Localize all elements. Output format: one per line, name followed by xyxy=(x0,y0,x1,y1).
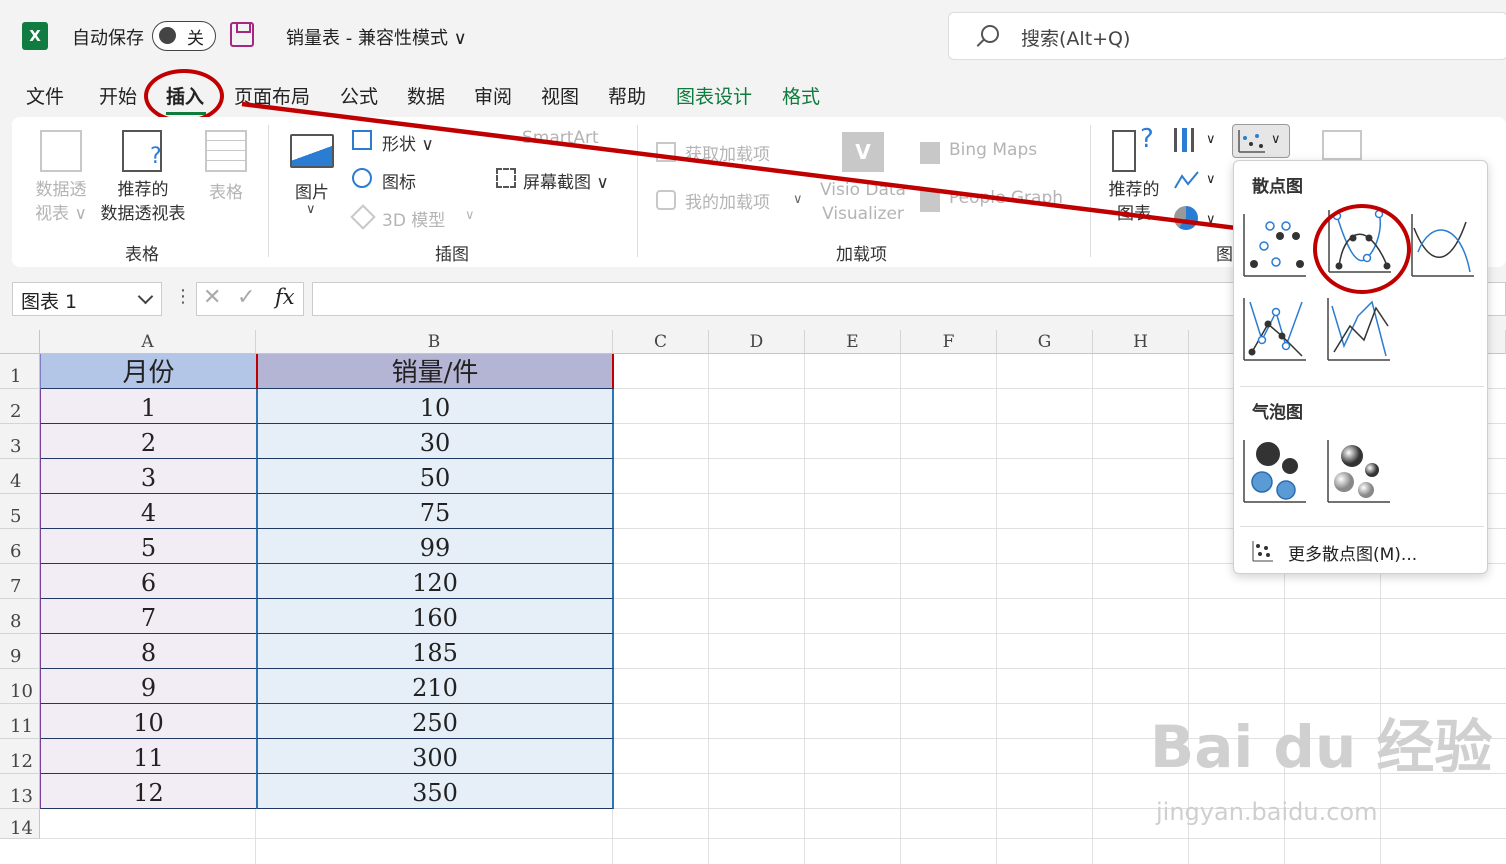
scatter-smooth-lines-option[interactable] xyxy=(1410,212,1476,278)
3d-bubble-option[interactable] xyxy=(1326,438,1392,504)
bubble-section-title: 气泡图 xyxy=(1252,403,1303,423)
scatter-straight-lines-markers-option[interactable] xyxy=(1242,296,1308,362)
annotation-circle-smooth-scatter xyxy=(1313,204,1411,294)
scatter-straight-lines-option[interactable] xyxy=(1326,296,1392,362)
bubble-option[interactable] xyxy=(1242,438,1308,504)
dropdown-divider xyxy=(1240,386,1484,387)
more-scatter-icon xyxy=(1252,540,1274,562)
more-scatter-charts-link[interactable]: 更多散点图(M)... xyxy=(1288,540,1417,565)
dropdown-divider xyxy=(1240,526,1484,527)
watermark-url: jingyan.baidu.com xyxy=(1156,798,1378,826)
scatter-section-title: 散点图 xyxy=(1252,177,1303,197)
baidu-watermark: Bai du 经验 xyxy=(1150,713,1493,781)
scatter-only-markers-option[interactable] xyxy=(1242,212,1308,278)
